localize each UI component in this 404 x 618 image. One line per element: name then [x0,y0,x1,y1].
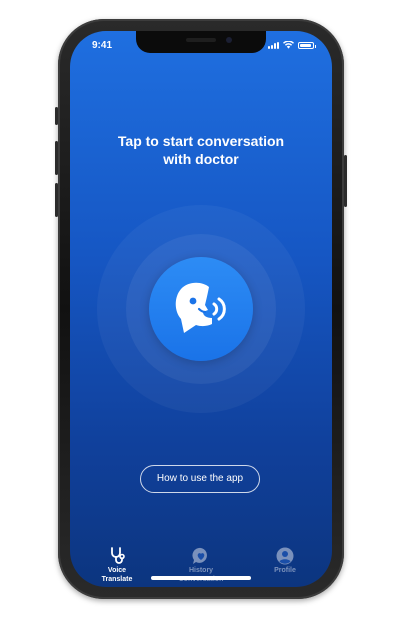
page-title: Tap to start conversation with doctor [70,132,332,168]
front-camera [226,37,232,43]
status-time: 9:41 [92,40,113,51]
power-button [344,155,347,207]
stethoscope-icon [111,547,125,564]
volume-down-button [55,183,58,217]
wifi-icon [283,41,294,49]
tab-label-line-2: Translate [101,576,133,583]
headline-line-2: with doctor [163,151,239,167]
phone-frame: 9:41 Tap to start conversation with doct… [55,19,347,599]
cellular-signal-icon [268,42,279,49]
tab-voice-translate[interactable]: Voice Translate [77,547,157,584]
tab-label-line-1: History [188,567,214,574]
tab-label-line-1: Voice [107,567,127,574]
profile-icon [276,547,294,565]
how-to-use-button[interactable]: How to use the app [140,465,260,493]
tab-label: Profile [274,567,296,574]
tab-profile[interactable]: Profile [245,547,325,575]
silent-switch [55,107,58,125]
tab-bar: Voice Translate History Conversation Pro… [70,547,332,587]
battery-icon [298,42,316,49]
app-screen: 9:41 Tap to start conversation with doct… [70,31,332,587]
volume-up-button [55,141,58,175]
start-conversation-button[interactable] [149,257,253,361]
earpiece-speaker [186,38,216,42]
home-indicator[interactable] [151,576,251,580]
status-icons [268,41,316,49]
notch [136,31,266,53]
chat-heart-icon [192,547,207,564]
speaking-face-icon [175,282,226,333]
headline-line-1: Tap to start conversation [117,133,285,149]
